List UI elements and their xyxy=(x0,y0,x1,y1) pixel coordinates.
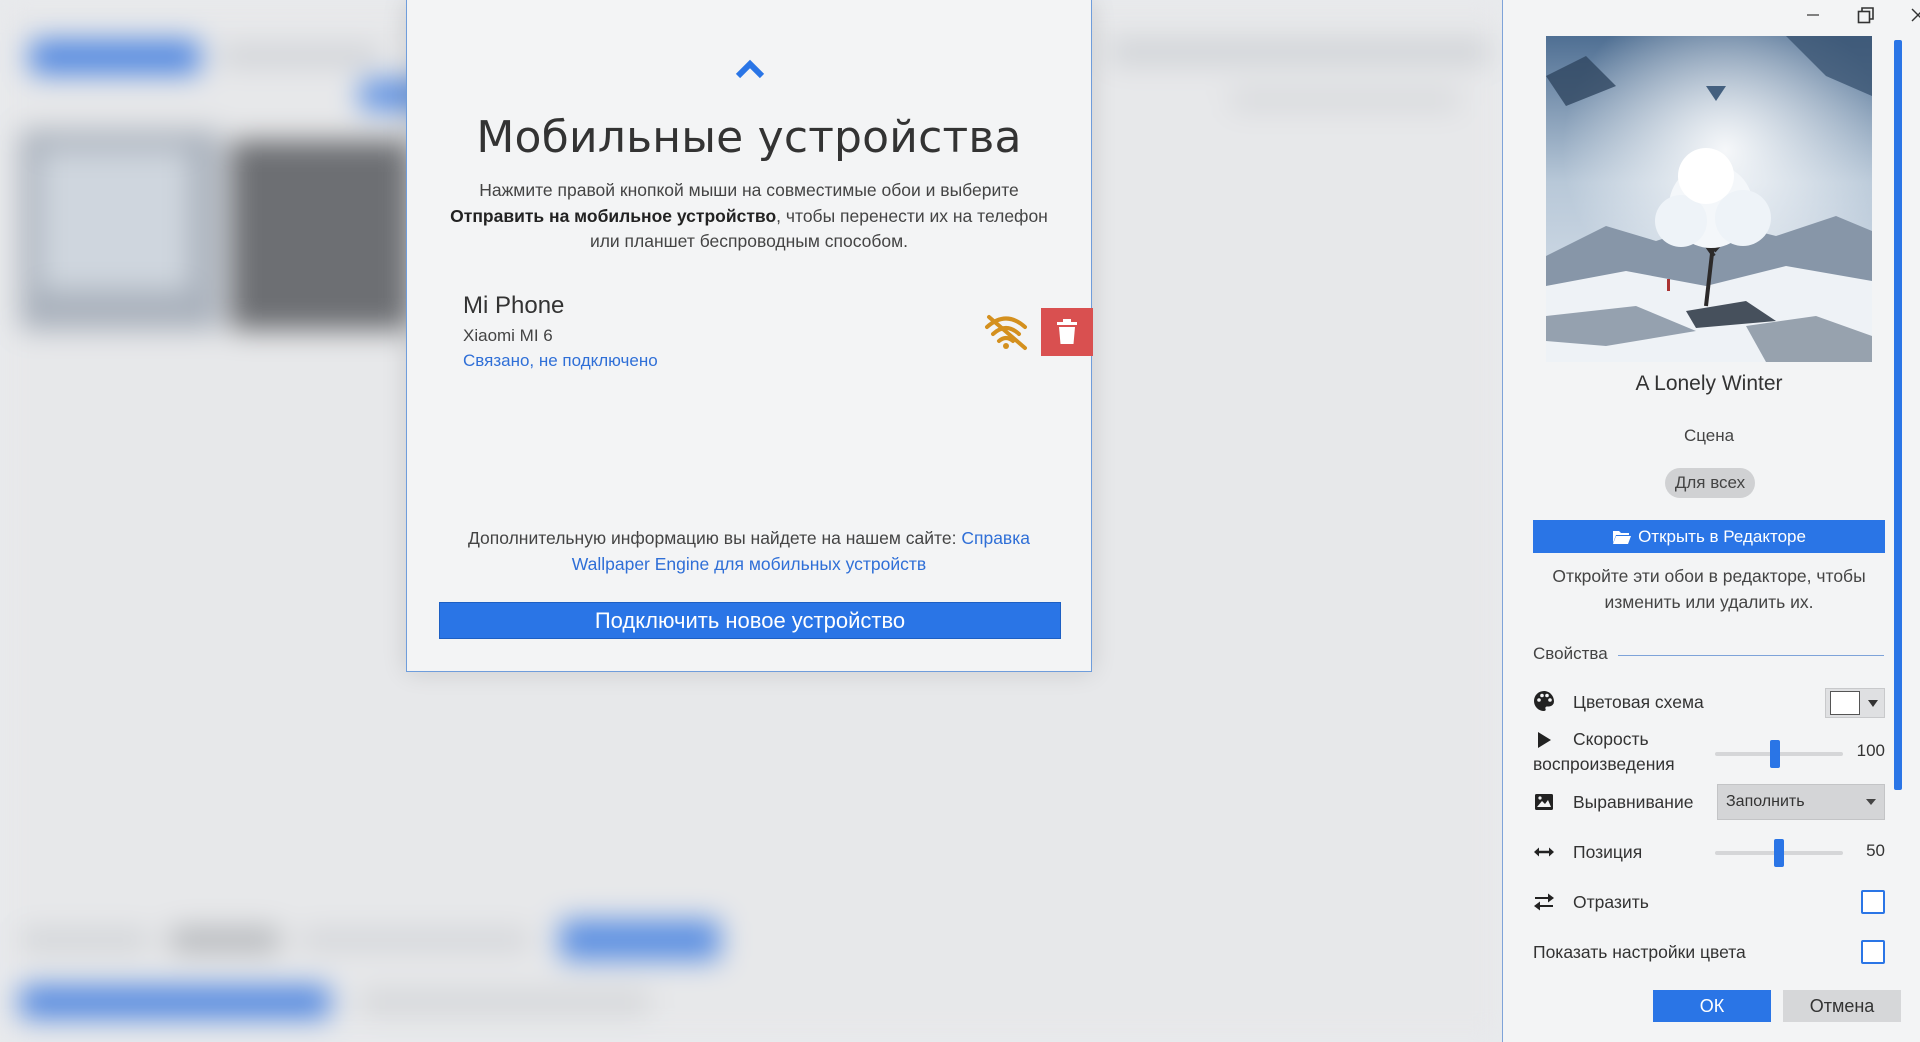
playback-speed-value: 100 xyxy=(1856,741,1885,760)
age-rating-badge: Для всех xyxy=(1665,468,1755,498)
desc-line-3: или планшет беспроводным способом. xyxy=(589,231,909,251)
minimize-button[interactable] xyxy=(1790,0,1836,30)
chevron-up-icon[interactable] xyxy=(735,58,765,80)
image-icon xyxy=(1535,794,1553,810)
folder-open-icon xyxy=(1613,530,1632,544)
alignment-label: Выравнивание xyxy=(1573,792,1694,812)
desc-line-1: Нажмите правой кнопкой мыши на совместим… xyxy=(479,180,1019,200)
restore-button[interactable] xyxy=(1843,0,1889,30)
dialog-title: Мобильные устройства xyxy=(476,112,1022,163)
restore-icon xyxy=(1857,7,1874,24)
trash-icon xyxy=(1057,319,1077,344)
minimize-icon xyxy=(1807,14,1819,16)
show-color-settings-checkbox[interactable] xyxy=(1861,940,1885,964)
panel-scrollbar[interactable] xyxy=(1894,40,1902,790)
mobile-devices-dialog: Мобильные устройства Нажмите правой кноп… xyxy=(406,0,1093,672)
device-name: Mi Phone xyxy=(463,292,565,319)
device-item: Mi Phone Xiaomi MI 6 Связано, не подключ… xyxy=(463,292,1093,372)
chevron-down-icon xyxy=(1866,799,1876,805)
play-icon xyxy=(1538,732,1551,748)
playback-speed-label-line2: воспроизведения xyxy=(1533,754,1675,774)
editor-note: Откройте эти обои в редакторе, чтобы изм… xyxy=(1552,566,1866,612)
device-model: Xiaomi MI 6 xyxy=(463,326,553,345)
show-color-settings-label: Показать настройки цвета xyxy=(1533,942,1746,962)
mirror-checkbox[interactable] xyxy=(1861,890,1885,914)
dialog-description: Нажмите правой кнопкой мыши на совместим… xyxy=(437,178,1061,255)
info-prefix: Дополнительную информацию вы найдете на … xyxy=(467,528,962,548)
playback-speed-slider[interactable] xyxy=(1715,740,1843,768)
palette-icon xyxy=(1534,691,1554,711)
winter-tree-image xyxy=(1546,36,1872,362)
open-in-editor-button[interactable]: Открыть в Редакторе xyxy=(1533,520,1885,553)
ok-button[interactable]: ОК xyxy=(1653,990,1771,1022)
alignment-selected-value: Заполнить xyxy=(1726,793,1805,810)
playback-speed-thumb[interactable] xyxy=(1770,740,1781,768)
open-in-editor-label: Открыть в Редакторе xyxy=(1638,526,1806,546)
device-status-link[interactable]: Связано, не подключено xyxy=(463,351,658,371)
position-label: Позиция xyxy=(1573,842,1643,862)
color-scheme-picker[interactable] xyxy=(1825,688,1885,718)
color-swatch xyxy=(1830,691,1860,715)
dropdown-arrow-icon xyxy=(1868,699,1878,707)
wallpaper-type: Сцена xyxy=(1683,426,1735,445)
info-text: Дополнительную информацию вы найдете на … xyxy=(447,526,1051,577)
desc-line-2: , чтобы перенести их на телефон xyxy=(776,205,1048,226)
wallpaper-title: A Lonely Winter xyxy=(1635,372,1783,395)
arrows-horizontal-icon xyxy=(1534,847,1554,857)
close-icon xyxy=(1911,8,1920,22)
close-button[interactable] xyxy=(1895,0,1920,30)
properties-section-title: Свойства xyxy=(1533,644,1608,663)
color-scheme-label: Цветовая схема xyxy=(1573,692,1704,712)
wifi-off-icon[interactable] xyxy=(981,312,1031,352)
section-divider xyxy=(1618,655,1884,656)
playback-speed-label-line1: Скорость xyxy=(1573,729,1649,749)
desc-bold: Отправить на мобильное устройство xyxy=(450,205,777,226)
cancel-button[interactable]: Отмена xyxy=(1783,990,1901,1022)
connect-new-device-button[interactable]: Подключить новое устройство xyxy=(439,602,1061,639)
wallpaper-properties-panel: A Lonely Winter Сцена Для всех Открыть в… xyxy=(1502,0,1920,1042)
delete-device-button[interactable] xyxy=(1041,308,1093,356)
position-slider[interactable] xyxy=(1715,839,1843,867)
swap-arrows-icon xyxy=(1534,893,1554,911)
position-thumb[interactable] xyxy=(1774,839,1784,867)
position-value: 50 xyxy=(1866,841,1885,860)
wallpaper-preview-image xyxy=(1546,36,1872,362)
mirror-label: Отразить xyxy=(1573,892,1649,912)
alignment-select[interactable]: Заполнить xyxy=(1717,784,1885,820)
